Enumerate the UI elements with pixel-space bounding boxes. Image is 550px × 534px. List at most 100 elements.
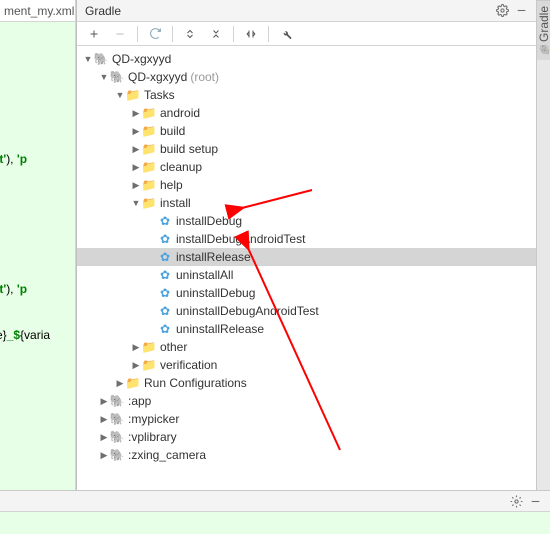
tree-label: :app	[128, 394, 151, 408]
tree-module-vplibrary[interactable]: ▶🐘 :vplibrary	[77, 428, 536, 446]
code-text: 'p	[17, 152, 27, 166]
task-icon: ✿	[157, 304, 173, 318]
editor-pane: ment_my.xml ✕ l.txt'), 'p l.txt'), 'p e}…	[0, 0, 76, 490]
tree-group-install[interactable]: ▼📁 install	[77, 194, 536, 212]
task-uninstallAll[interactable]: ▶✿ uninstallAll	[77, 266, 536, 284]
tree-group-android[interactable]: ▶📁 android	[77, 104, 536, 122]
editor-body[interactable]: l.txt'), 'p l.txt'), 'p e}_${varia	[0, 22, 75, 490]
tree-label: android	[160, 106, 200, 120]
gradle-icon: 🐘	[109, 430, 125, 444]
folder-icon: 📁	[141, 340, 157, 354]
tree[interactable]: ▼🐘 QD-xgxyyd ▼🐘 QD-xgxyyd (root) ▼📁 Task…	[77, 46, 536, 490]
tree-group-verification[interactable]: ▶📁 verification	[77, 356, 536, 374]
task-icon: ✿	[157, 286, 173, 300]
tree-root[interactable]: ▼🐘 QD-xgxyyd	[77, 50, 536, 68]
tree-group-buildsetup[interactable]: ▶📁 build setup	[77, 140, 536, 158]
expand-all-icon[interactable]	[179, 24, 201, 44]
separator	[137, 26, 138, 42]
tree-run-config[interactable]: ▶📁 Run Configurations	[77, 374, 536, 392]
separator	[268, 26, 269, 42]
side-tab-bar: 🐘 Gradle	[536, 0, 550, 490]
gradle-icon: 🐘	[109, 394, 125, 408]
remove-button[interactable]	[109, 24, 131, 44]
tree-group-other[interactable]: ▶📁 other	[77, 338, 536, 356]
task-icon: ✿	[157, 250, 173, 264]
task-uninstallRelease[interactable]: ▶✿ uninstallRelease	[77, 320, 536, 338]
folder-icon: 📁	[141, 106, 157, 120]
tree-module-zxing[interactable]: ▶🐘 :zxing_camera	[77, 446, 536, 464]
task-icon: ✿	[157, 214, 173, 228]
tree-label: :vplibrary	[128, 430, 177, 444]
tree-label: other	[160, 340, 187, 354]
bottom-panel-body	[0, 512, 550, 534]
gradle-icon: 🐘	[109, 448, 125, 462]
tree-label: verification	[160, 358, 217, 372]
tree-label: uninstallAll	[176, 268, 233, 282]
tree-tasks[interactable]: ▼📁 Tasks	[77, 86, 536, 104]
task-installDebug[interactable]: ▶✿ installDebug	[77, 212, 536, 230]
tree-label: help	[160, 178, 183, 192]
tree-label: QD-xgxyyd	[128, 70, 187, 84]
code-text: ),	[6, 282, 17, 296]
tree-label: installDebug	[176, 214, 242, 228]
tree-label: build	[160, 124, 185, 138]
gradle-icon: 🐘	[109, 70, 125, 84]
tree-group-build[interactable]: ▶📁 build	[77, 122, 536, 140]
tree-label: :zxing_camera	[128, 448, 206, 462]
bottom-panel	[0, 490, 550, 533]
task-uninstallDebug[interactable]: ▶✿ uninstallDebug	[77, 284, 536, 302]
editor-tab-name: ment_my.xml	[4, 4, 74, 18]
gear-icon[interactable]	[510, 495, 523, 508]
offline-icon[interactable]	[240, 24, 262, 44]
gradle-icon: 🐘	[109, 412, 125, 426]
tree-label: install	[160, 196, 191, 210]
side-tab-gradle[interactable]: 🐘 Gradle	[537, 0, 550, 60]
folder-icon: 📁	[141, 160, 157, 174]
folder-icon: 📁	[141, 358, 157, 372]
refresh-icon[interactable]	[144, 24, 166, 44]
panel-title: Gradle	[85, 4, 490, 18]
tree-suffix: (root)	[190, 70, 219, 84]
tree-label: :mypicker	[128, 412, 179, 426]
code-text: {varia	[20, 328, 50, 342]
tree-label: Tasks	[144, 88, 175, 102]
folder-icon: 📁	[141, 196, 157, 210]
tree-label: QD-xgxyyd	[112, 52, 171, 66]
gear-icon[interactable]	[496, 4, 509, 17]
toolbar	[77, 22, 536, 46]
tree-group-help[interactable]: ▶📁 help	[77, 176, 536, 194]
task-icon: ✿	[157, 322, 173, 336]
code-text: e}	[0, 328, 7, 342]
minimize-icon[interactable]	[529, 495, 542, 508]
tree-label: cleanup	[160, 160, 202, 174]
task-uninstallDebugAndroidTest[interactable]: ▶✿ uninstallDebugAndroidTest	[77, 302, 536, 320]
tree-label: uninstallDebugAndroidTest	[176, 304, 319, 318]
tree-root-module[interactable]: ▼🐘 QD-xgxyyd (root)	[77, 68, 536, 86]
collapse-all-icon[interactable]	[205, 24, 227, 44]
task-icon: ✿	[157, 232, 173, 246]
code-text: ),	[6, 152, 17, 166]
wrench-icon[interactable]	[275, 24, 297, 44]
gradle-icon: 🐘	[93, 52, 109, 66]
task-icon: ✿	[157, 268, 173, 282]
tree-module-mypicker[interactable]: ▶🐘 :mypicker	[77, 410, 536, 428]
minimize-icon[interactable]	[515, 4, 528, 17]
tree-label: installDebugAndroidTest	[176, 232, 305, 246]
tree-group-cleanup[interactable]: ▶📁 cleanup	[77, 158, 536, 176]
tree-label: uninstallDebug	[176, 286, 255, 300]
folder-icon: 📁	[141, 178, 157, 192]
code-text: _$	[7, 328, 20, 342]
tree-module-app[interactable]: ▶🐘 :app	[77, 392, 536, 410]
task-installRelease[interactable]: ▶✿ installRelease	[77, 248, 536, 266]
separator	[233, 26, 234, 42]
code-text: 'p	[17, 282, 27, 296]
add-button[interactable]	[83, 24, 105, 44]
folder-icon: 📁	[141, 124, 157, 138]
folder-icon: 📁	[125, 88, 141, 102]
folder-icon: 📁	[125, 376, 141, 390]
task-installDebugAndroidTest[interactable]: ▶✿ installDebugAndroidTest	[77, 230, 536, 248]
folder-icon: 📁	[141, 142, 157, 156]
editor-tab[interactable]: ment_my.xml ✕	[0, 0, 75, 22]
bottom-panel-header	[0, 491, 550, 512]
side-tab-label: Gradle	[537, 6, 550, 42]
